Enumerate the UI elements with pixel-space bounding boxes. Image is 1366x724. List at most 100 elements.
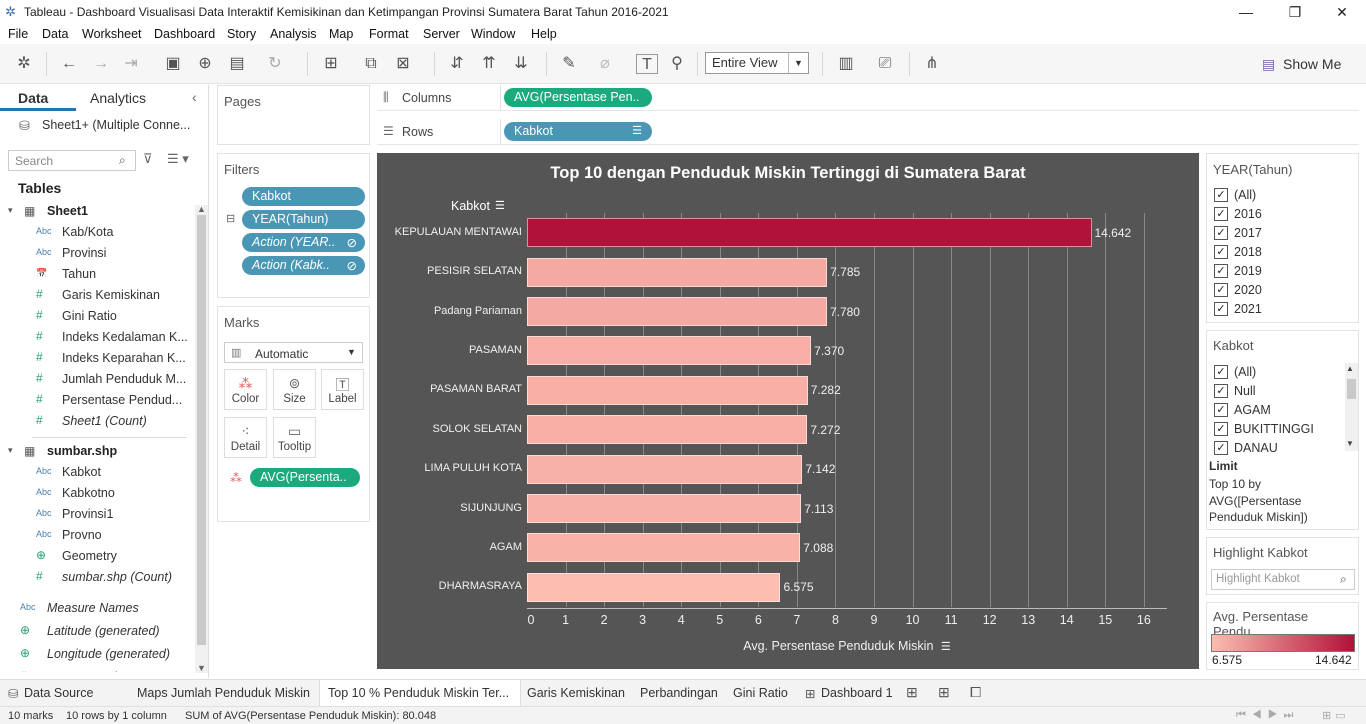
fix-axes-icon[interactable]: ⚲ <box>666 54 688 74</box>
tab-garis-kemiskinan[interactable]: Garis Kemiskinan <box>527 686 625 700</box>
bar-mark[interactable] <box>527 297 827 326</box>
filter-checkbox-item[interactable]: ✓ (All) <box>1214 364 1339 382</box>
tab-data[interactable]: Data <box>0 85 76 111</box>
menu-format[interactable]: Format <box>369 27 409 41</box>
bar-mark[interactable] <box>527 257 828 287</box>
chevron-down-icon[interactable]: ▾ <box>8 445 13 456</box>
checkbox-checked-icon[interactable]: ✓ <box>1214 264 1228 278</box>
tab-perbandingan[interactable]: Perbandingan <box>640 686 718 700</box>
menu-story[interactable]: Story <box>227 27 256 41</box>
scroll-down-icon[interactable]: ▼ <box>197 663 206 673</box>
field-item[interactable]: 📅 Tahun <box>0 265 195 286</box>
menu-help[interactable]: Help <box>531 27 557 41</box>
viz-area[interactable]: Top 10 dengan Penduduk Miskin Tertinggi … <box>377 153 1199 669</box>
data-source-name[interactable]: Sheet1+ (Multiple Conne... <box>42 118 190 132</box>
minimize-icon[interactable]: — <box>1226 2 1266 22</box>
menu-map[interactable]: Map <box>329 27 353 41</box>
menu-file[interactable]: File <box>8 27 28 41</box>
new-dashboard-icon[interactable]: ⊞ <box>938 684 950 701</box>
checkbox-checked-icon[interactable]: ✓ <box>1214 283 1228 297</box>
field-item[interactable]: # Measure Values <box>0 668 195 672</box>
show-mark-labels-icon[interactable]: T <box>636 54 658 74</box>
new-data-source-icon[interactable]: ⊕ <box>194 54 216 74</box>
presentation-mode-icon[interactable]: ⎚ <box>874 54 896 74</box>
size-button[interactable]: ⊚ Size <box>273 369 316 410</box>
checkbox-checked-icon[interactable]: ✓ <box>1214 245 1228 259</box>
category-label[interactable]: PESISIR SELATAN <box>377 265 522 277</box>
tableau-home-icon[interactable]: ✲ <box>13 54 35 74</box>
replay-icon[interactable]: ⇥ <box>120 54 142 74</box>
checkbox-checked-icon[interactable]: ✓ <box>1214 384 1228 398</box>
restore-icon[interactable]: ❐ <box>1275 2 1315 22</box>
bar-mark[interactable] <box>527 572 781 602</box>
field-item[interactable]: # Gini Ratio <box>0 307 195 328</box>
filter-checkbox-item[interactable]: ✓ 2016 <box>1214 206 1339 224</box>
kabkot-scrollbar-thumb[interactable] <box>1347 379 1356 399</box>
field-item[interactable]: Abc Kabkot <box>0 463 195 484</box>
rows-shelf[interactable]: ☰ Rows Kabkot ☰ <box>377 119 1359 145</box>
field-item[interactable]: # Persentase Pendud... <box>0 391 195 412</box>
chevron-down-icon[interactable]: ▾ <box>8 205 13 216</box>
field-item[interactable]: Abc Provno <box>0 526 195 547</box>
save-icon[interactable]: ▣ <box>162 54 184 74</box>
field-item[interactable]: ⊕ Longitude (generated) <box>0 645 195 666</box>
columns-pill[interactable]: AVG(Persentase Pen.. <box>504 88 652 107</box>
field-item[interactable]: Abc Kabkotno <box>0 484 195 505</box>
menu-worksheet[interactable]: Worksheet <box>82 27 142 41</box>
field-item[interactable]: # Garis Kemiskinan <box>0 286 195 307</box>
pane-scrollbar-thumb[interactable] <box>197 215 206 645</box>
tab-gini-ratio[interactable]: Gini Ratio <box>733 686 788 700</box>
filter-checkbox-item[interactable]: ✓ 2019 <box>1214 263 1339 281</box>
tab-analytics[interactable]: Analytics <box>90 90 146 106</box>
scroll-up-icon[interactable]: ▲ <box>1346 364 1354 373</box>
checkbox-checked-icon[interactable]: ✓ <box>1214 302 1228 316</box>
filter-pill-action-year[interactable]: Action (YEAR.. ⊘ <box>242 233 365 252</box>
tab-top10-active[interactable]: Top 10 % Penduduk Miskin Ter... <box>319 680 521 707</box>
pause-updates-icon[interactable]: ▤ <box>226 54 248 74</box>
columns-shelf[interactable]: ⫼ Columns AVG(Persentase Pen.. <box>377 85 1359 111</box>
tooltip-button[interactable]: ▭ Tooltip <box>273 417 316 458</box>
tab-data-source[interactable]: Data Source <box>24 686 93 700</box>
field-item[interactable]: ⊕ Geometry <box>0 547 195 568</box>
checkbox-checked-icon[interactable]: ✓ <box>1214 365 1228 379</box>
checkbox-checked-icon[interactable]: ✓ <box>1214 403 1228 417</box>
checkbox-checked-icon[interactable]: ✓ <box>1214 188 1228 202</box>
category-label[interactable]: Padang Pariaman <box>377 305 522 317</box>
checkbox-checked-icon[interactable]: ✓ <box>1214 422 1228 436</box>
filter-checkbox-item[interactable]: ✓ 2017 <box>1214 225 1339 243</box>
search-field[interactable]: Search ⌕ <box>8 150 136 171</box>
tab-dashboard-1[interactable]: Dashboard 1 <box>821 686 893 700</box>
bar-mark[interactable] <box>527 218 1092 248</box>
sheet-sorter-icon[interactable]: ⊞▭ <box>1322 709 1350 722</box>
category-label[interactable]: LIMA PULUH KOTA <box>377 462 522 474</box>
tab-maps-jumlah[interactable]: Maps Jumlah Penduduk Miskin <box>137 686 310 700</box>
filter-checkbox-item[interactable]: ✓ (All) <box>1214 187 1339 205</box>
show-cards-icon[interactable]: ▥ <box>835 54 857 74</box>
new-worksheet-icon[interactable]: ⊞ <box>320 54 342 74</box>
fit-dropdown[interactable]: Entire View ▼ <box>705 52 809 74</box>
filter-pill-year[interactable]: YEAR(Tahun) <box>242 210 365 229</box>
color-button[interactable]: ⁂ Color <box>224 369 267 410</box>
new-story-icon[interactable]: ⧠ <box>970 684 981 701</box>
marks-pill-avg-persentase[interactable]: AVG(Persenta.. <box>250 468 360 487</box>
collapse-pane-icon[interactable]: ‹ <box>192 89 197 105</box>
filter-checkbox-item[interactable]: ✓ AGAM <box>1214 402 1339 420</box>
menu-server[interactable]: Server <box>423 27 460 41</box>
field-item[interactable]: # Indeks Keparahan K... <box>0 349 195 370</box>
menu-analysis[interactable]: Analysis <box>270 27 317 41</box>
scroll-down-icon[interactable]: ▼ <box>1346 439 1354 448</box>
detail-button[interactable]: ⁖ Detail <box>224 417 267 458</box>
rows-pill[interactable]: Kabkot ☰ <box>504 122 652 141</box>
field-item[interactable]: Abc Kab/Kota <box>0 223 195 244</box>
sort-descending-icon[interactable]: ⇊ <box>510 54 532 74</box>
menu-dashboard[interactable]: Dashboard <box>154 27 215 41</box>
filter-checkbox-item[interactable]: ✓ Null <box>1214 383 1339 401</box>
sort-icon[interactable]: ☰ <box>495 199 505 212</box>
filter-checkbox-item[interactable]: ✓ 2020 <box>1214 282 1339 300</box>
filter-checkbox-item[interactable]: ✓ 2021 <box>1214 301 1339 319</box>
bar-mark[interactable] <box>527 415 808 445</box>
bar-mark[interactable] <box>527 454 803 484</box>
label-button[interactable]: 🅃 Label <box>321 369 364 410</box>
view-options-icon[interactable]: ☰ ▾ <box>167 151 189 167</box>
category-label[interactable]: AGAM <box>377 541 522 553</box>
